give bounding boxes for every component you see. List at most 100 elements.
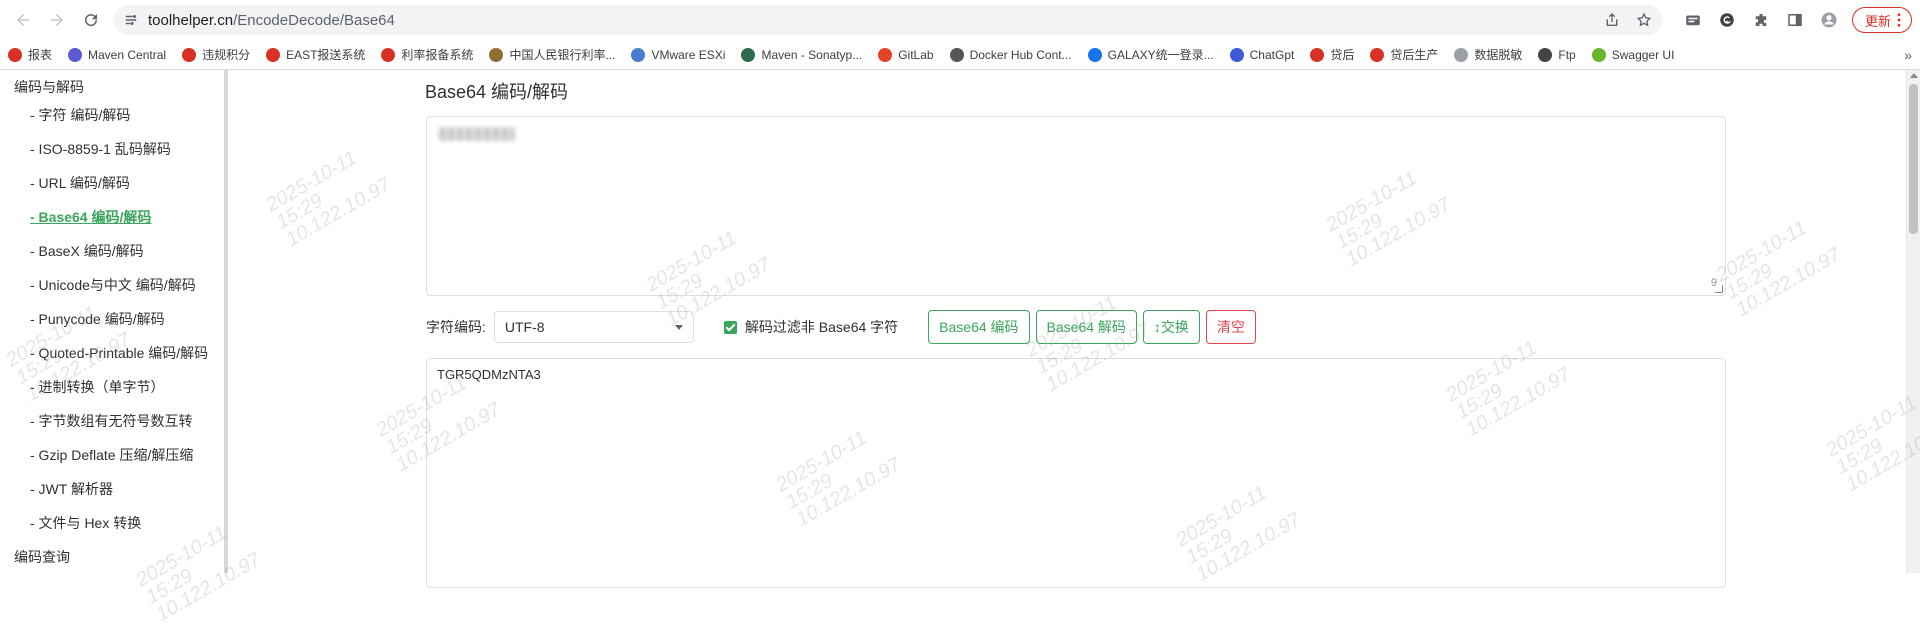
bookmark-favicon-icon [1538,47,1553,62]
more-vert-icon [1897,13,1901,27]
resize-handle[interactable] [1715,285,1723,293]
site-info-icon[interactable] [124,13,138,27]
scrollbar-thumb[interactable] [1909,84,1918,234]
address-bar[interactable]: toolhelper.cn/EncodeDecode/Base64 [114,5,1662,35]
reload-button[interactable] [76,5,106,35]
star-icon[interactable] [1636,12,1652,28]
bookmark-item[interactable]: Swagger UI [1591,47,1674,62]
update-button[interactable]: 更新 [1851,7,1912,33]
sidebar-item[interactable]: - ISO-8859-1 乱码解码 [0,132,224,166]
sidebar-item[interactable]: - Quoted-Printable 编码/解码 [0,336,224,370]
bookmark-label: 违规积分 [202,48,251,62]
bookmark-favicon-icon [949,47,964,62]
bookmark-label: VMware ESXi [651,47,726,62]
bookmark-item[interactable]: GALAXY统一登录... [1087,46,1214,63]
bookmark-item[interactable]: 中国人民银行利率... [489,46,615,63]
bookmark-item[interactable]: 贷后 [1310,46,1354,63]
swap-button[interactable]: ↕交换 [1142,310,1200,344]
bookmark-label: 中国人民银行利率... [509,48,616,62]
sidebar-item[interactable]: - 进制转换（单字节） [0,370,224,404]
bookmark-favicon-icon [1087,47,1102,62]
url-text[interactable]: toolhelper.cn/EncodeDecode/Base64 [148,12,395,29]
bookmark-favicon-icon [1454,47,1469,62]
sidebar: 编码与解码 - 字符 编码/解码 - ISO-8859-1 乱码解码 - URL 编… [0,70,228,573]
arrow-left-icon [17,14,29,26]
sidebar-item[interactable]: - Unicode与中文 编码/解码 [0,268,224,302]
base64-encode-button[interactable]: Base64 编码 [928,310,1030,344]
bookmark-label: GitLab [898,47,934,62]
bookmark-favicon-icon [878,47,893,62]
bookmark-item[interactable]: Maven Central [68,47,167,62]
update-label: 更新 [1864,13,1891,29]
bookmark-item[interactable]: EAST报送系统 [266,46,365,63]
bookmark-item[interactable]: 数据脱敏 [1454,46,1522,63]
extensions-puzzle-icon[interactable] [1749,8,1773,32]
browser-toolbar: toolhelper.cn/EncodeDecode/Base64 更新 [0,0,1920,40]
clear-button[interactable]: 清空 [1205,310,1256,344]
bookmark-item[interactable]: GitLab [878,47,934,62]
page-title: Base64 编码/解码 [425,82,569,102]
sidebar-item[interactable]: - Punycode 编码/解码 [0,302,224,336]
page-scrollbar[interactable] [1906,70,1920,573]
bookmark-item[interactable]: 贷后生产 [1370,46,1438,63]
bookmark-favicon-icon [1310,47,1325,62]
charset-select[interactable]: UTF-8 [493,311,694,343]
extension-grammarly-icon[interactable] [1715,8,1739,32]
bookmark-item[interactable]: 违规积分 [182,46,250,63]
sidebar-item[interactable]: - Base64 编码/解码 [0,200,224,234]
bookmarks-overflow-button[interactable]: » [1904,47,1912,63]
output-textarea[interactable]: TGR5QDMzNTA3 [426,358,1726,588]
charset-value: UTF-8 [504,319,545,335]
sidebar-item[interactable]: - 字节数组有无符号数互转 [0,404,224,438]
bookmark-label: Ftp [1558,47,1576,62]
bookmark-favicon-icon [68,47,83,62]
sidebar-item[interactable]: - BaseX 编码/解码 [0,234,224,268]
bookmark-label: 报表 [28,48,53,62]
bookmark-item[interactable]: 利率报备系统 [381,46,473,63]
bookmark-item[interactable]: Ftp [1538,47,1576,62]
bookmark-label: Docker Hub Cont... [969,47,1072,62]
sidebar-group-encode[interactable]: 编码与解码 [0,70,224,98]
bookmark-item[interactable]: ChatGpt [1229,47,1295,62]
extension-translate-icon[interactable] [1681,8,1705,32]
share-icon[interactable] [1604,12,1620,28]
sidebar-item[interactable]: - Gzip Deflate 压缩/解压缩 [0,438,224,472]
filter-non-base64-checkbox[interactable]: 解码过滤非 Base64 字符 [723,317,899,337]
url-host: toolhelper.cn [148,11,234,29]
page-content: 编码与解码 - 字符 编码/解码 - ISO-8859-1 乱码解码 - URL 编… [0,70,1920,626]
forward-button[interactable] [42,5,72,35]
profile-avatar-icon[interactable] [1817,8,1841,32]
bookmark-label: EAST报送系统 [286,48,366,62]
side-panel-icon[interactable] [1783,8,1807,32]
bookmark-favicon-icon [489,47,504,62]
bookmark-item[interactable]: 报表 [8,46,52,63]
bookmark-label: ChatGpt [1249,47,1295,62]
bookmark-label: 贷后 [1330,48,1355,62]
base64-decode-button[interactable]: Base64 解码 [1035,310,1137,344]
url-path: /EncodeDecode/Base64 [233,11,395,29]
bookmark-favicon-icon [182,47,197,62]
bookmark-favicon-icon [8,47,22,62]
sidebar-item[interactable]: - 字符 编码/解码 [0,98,224,132]
controls-row: 字符编码: UTF-8 解码过滤非 Base64 字符 Base64 编码 Ba… [426,310,1262,344]
filter-label: 解码过滤非 Base64 字符 [744,319,899,335]
bookmark-item[interactable]: Docker Hub Cont... [949,47,1072,62]
bookmark-label: Maven Central [88,47,167,62]
bookmark-favicon-icon [631,47,646,62]
sidebar-item[interactable]: - 文件与 Hex 转换 [0,506,224,540]
bookmark-item[interactable]: Maven - Sonatyp... [741,47,863,62]
scroll-up-arrow-icon[interactable] [1910,73,1918,78]
bookmark-item[interactable]: VMware ESXi [631,47,726,62]
bookmark-label: GALAXY统一登录... [1107,48,1214,62]
back-button[interactable] [8,5,38,35]
bookmark-favicon-icon [1591,47,1606,62]
bookmark-favicon-icon [1370,47,1385,62]
sidebar-item[interactable]: - URL 编码/解码 [0,166,224,200]
input-textarea[interactable]: 9 [426,116,1726,296]
sidebar-item[interactable]: - JWT 解析器 [0,472,224,506]
sidebar-group-query[interactable]: 编码查询 [0,540,224,568]
bookmark-favicon-icon [1229,47,1244,62]
bookmark-label: Maven - Sonatyp... [761,47,863,62]
checkbox-checked-icon [723,320,737,334]
bookmark-label: 数据脱敏 [1474,48,1523,62]
